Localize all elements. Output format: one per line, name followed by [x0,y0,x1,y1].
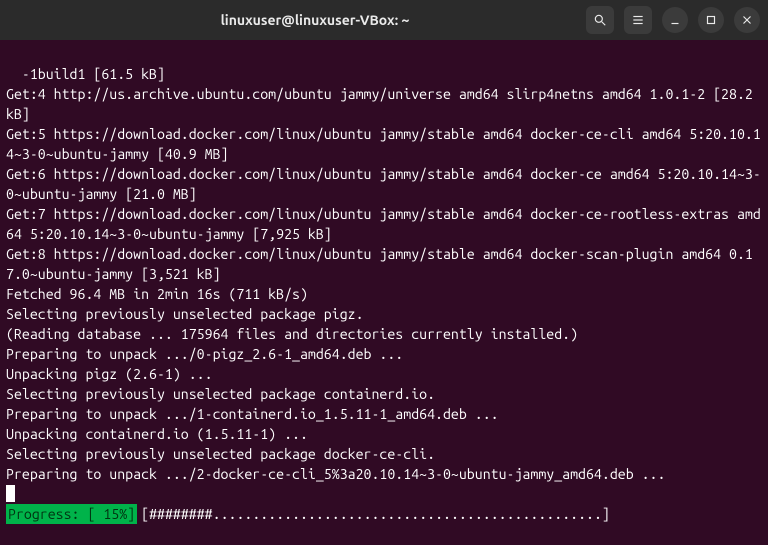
search-button[interactable] [586,6,614,34]
window-titlebar: linuxuser@linuxuser-VBox: ~ [0,0,768,40]
search-icon [593,13,607,27]
terminal-cursor [6,485,15,502]
window-title: linuxuser@linuxuser-VBox: ~ [52,12,578,28]
maximize-button[interactable] [698,7,724,33]
menu-button[interactable] [624,6,652,34]
close-button[interactable] [734,7,760,33]
progress-line: Progress: [ 15%][########...............… [6,504,762,524]
titlebar-controls [586,6,760,34]
progress-bar: [########...............................… [137,504,762,524]
minimize-button[interactable] [662,7,688,33]
progress-label: Progress: [ 15%] [6,504,137,524]
hamburger-icon [631,13,645,27]
close-icon [740,13,754,27]
terminal-output: -1build1 [61.5 kB] Get:4 http://us.archi… [6,66,761,482]
minimize-icon [668,13,682,27]
maximize-icon [704,13,718,27]
terminal-viewport[interactable]: -1build1 [61.5 kB] Get:4 http://us.archi… [0,40,768,545]
